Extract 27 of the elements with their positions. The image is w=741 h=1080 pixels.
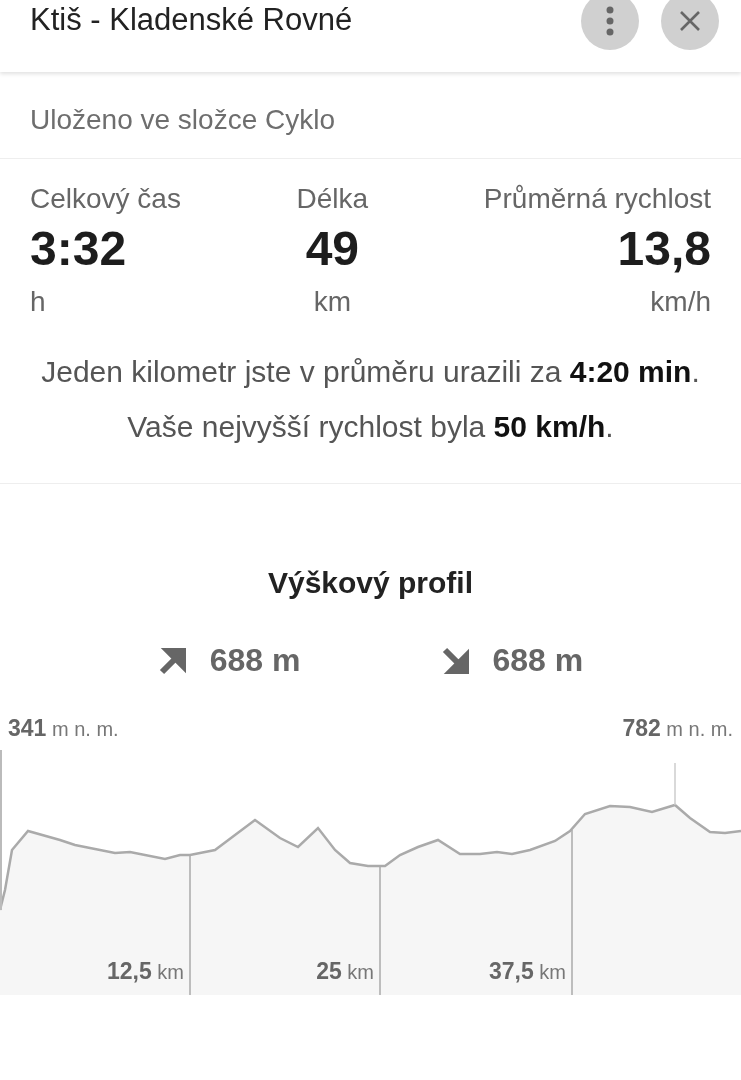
max-elevation-label: 782 m n. m. [622, 715, 733, 742]
ascent-value: 688 m [209, 642, 301, 679]
arrow-down-right-icon [440, 645, 471, 676]
summary-sentence: Jeden kilometr jste v průměru urazili za 4:20 min. [40, 354, 701, 390]
stat-unit: km/h [649, 286, 711, 318]
distance-label: 37,5 km [489, 958, 566, 985]
close-icon [679, 10, 701, 32]
more-options-button[interactable] [581, 0, 639, 50]
start-elevation-label: 341 m n. m. [8, 715, 119, 742]
close-button[interactable] [661, 0, 719, 50]
stat-unit: km [312, 286, 353, 318]
more-icon [605, 6, 615, 36]
stat-value: 3:32 [30, 221, 128, 276]
section-title: Výškový profil [267, 566, 474, 599]
distance-label: 25 km [316, 958, 374, 985]
stat-value: 13,8 [616, 221, 711, 276]
stat-label: Délka [296, 183, 369, 215]
summary-sentence: Vaše nejvyšší rychlost byla 50 km/h. [126, 408, 615, 445]
route-title: Ktiš - Kladenské Rovné [30, 2, 354, 38]
stat-value: 49 [304, 221, 361, 276]
folder-label: Uloženo ve složce Cyklo [30, 104, 336, 135]
descent-value: 688 m [492, 642, 584, 679]
stat-label: Celkový čas [30, 183, 181, 215]
stat-unit: h [30, 286, 47, 318]
distance-label: 12,5 km [107, 958, 184, 985]
arrow-up-right-icon [157, 645, 188, 676]
stat-label: Průměrná rychlost [483, 183, 711, 215]
